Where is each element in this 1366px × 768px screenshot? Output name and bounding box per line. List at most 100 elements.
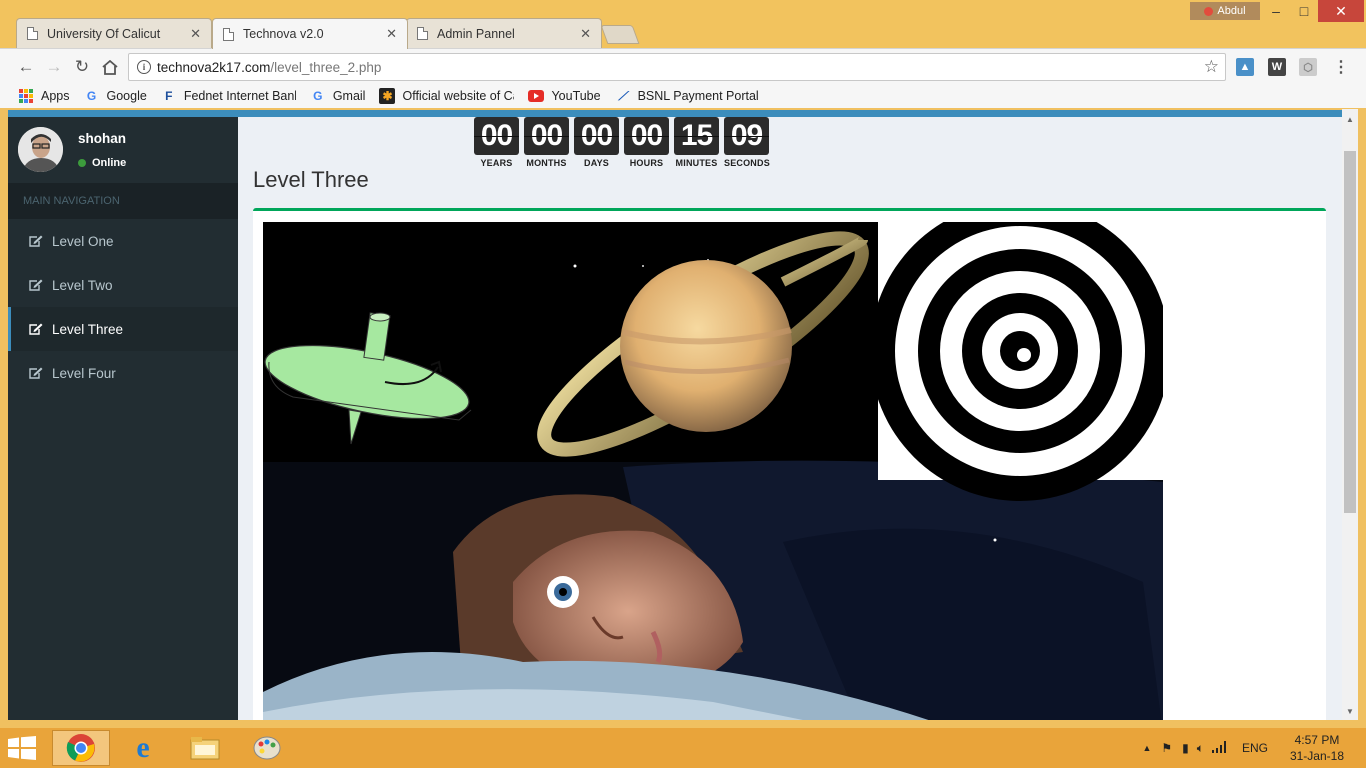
cube-extension-icon[interactable]: ⬡: [1299, 58, 1317, 76]
user-panel: shohan Online: [18, 127, 228, 173]
url-path: /level_three_2.php: [270, 59, 382, 75]
language-indicator[interactable]: ENG: [1242, 741, 1268, 755]
bookmark-label: Google: [106, 89, 147, 103]
menu-icon[interactable]: ⋮: [1329, 55, 1353, 79]
taskbar-file-explorer[interactable]: [176, 730, 234, 766]
taskbar-paint[interactable]: [238, 730, 296, 766]
countdown-seconds: 09 SECONDS: [724, 117, 770, 168]
bookmark-bsnl[interactable]: ⟋ BSNL Payment Portal: [615, 88, 758, 104]
close-window-button[interactable]: ✕: [1318, 0, 1364, 22]
home-icon[interactable]: [98, 55, 122, 79]
browser-toolbar: ← → ↻ i technova2k17.com/level_three_2.p…: [0, 48, 1366, 84]
tab-university-of-calicut[interactable]: University Of Calicut ✕: [16, 18, 212, 48]
scroll-up-icon[interactable]: ▲: [1346, 115, 1354, 124]
word-extension-icon[interactable]: W: [1268, 58, 1286, 76]
google-icon: G: [86, 89, 97, 103]
page-icon: [27, 27, 38, 40]
sidebar-item-level-two[interactable]: Level Two: [8, 263, 238, 307]
site-info-icon[interactable]: i: [137, 60, 151, 74]
windows-start-icon[interactable]: [8, 736, 38, 762]
countdown-label: SECONDS: [724, 158, 770, 168]
minimize-button[interactable]: –: [1262, 0, 1290, 22]
sidebar-item-label: Level One: [52, 233, 114, 249]
close-tab-icon[interactable]: ✕: [190, 26, 201, 42]
tab-title: Admin Pannel: [437, 26, 515, 41]
extension-icon[interactable]: ▲: [1236, 58, 1254, 76]
close-tab-icon[interactable]: ✕: [386, 26, 397, 42]
url-host: technova2k17.com: [157, 59, 271, 75]
reload-icon[interactable]: ↻: [70, 55, 94, 79]
sidebar-item-level-three[interactable]: Level Three: [8, 307, 238, 351]
clock-time: 4:57 PM: [1294, 733, 1340, 747]
taskbar: e ▲ ⚑ ▮ 🔈︎ ENG 4:57 PM 31-Jan-18: [0, 728, 1366, 768]
tab-title: Technova v2.0: [243, 27, 324, 41]
sidebar-item-label: Level Two: [52, 277, 113, 293]
edit-icon: [29, 279, 43, 291]
network-icon[interactable]: [1211, 740, 1228, 756]
bookmarks-bar: Apps G Google F Fednet Internet Bank G G…: [0, 84, 1366, 108]
countdown-years: 00 YEARS: [474, 117, 519, 168]
bookmark-star-icon[interactable]: ☆: [1204, 57, 1219, 77]
web-page: shohan Online MAIN NAVIGATION Level One …: [8, 110, 1358, 720]
bookmark-google[interactable]: G Google: [84, 88, 147, 104]
apps-grid-icon: [18, 88, 34, 104]
address-bar[interactable]: i technova2k17.com/level_three_2.php ☆: [128, 53, 1226, 81]
clock[interactable]: 4:57 PM 31-Jan-18: [1290, 732, 1344, 764]
battery-icon[interactable]: ▮: [1182, 741, 1189, 755]
bsnl-icon: ⟋: [618, 88, 627, 103]
tab-admin-pannel[interactable]: Admin Pannel ✕: [406, 18, 602, 48]
sidebar-item-level-one[interactable]: Level One: [8, 219, 238, 263]
google-icon: G: [313, 89, 323, 103]
scroll-down-icon[interactable]: ▼: [1346, 707, 1354, 716]
flag-icon[interactable]: ⚑: [1161, 741, 1172, 755]
sidebar-item-label: Level Four: [52, 365, 116, 381]
close-tab-icon[interactable]: ✕: [580, 26, 591, 42]
new-tab-button[interactable]: [600, 25, 640, 44]
sidebar-item-label: Level Three: [52, 321, 124, 337]
bookmark-label: Fednet Internet Bank: [183, 89, 296, 103]
taskbar-internet-explorer[interactable]: e: [114, 730, 172, 766]
main-content: 00 YEARS 00 MONTHS 00 DAYS 00 HOURS 15 M…: [238, 117, 1341, 720]
countdown-label: MONTHS: [526, 158, 567, 168]
show-hidden-icons-icon[interactable]: ▲: [1142, 743, 1151, 753]
forward-icon[interactable]: →: [42, 55, 66, 79]
bookmark-apps[interactable]: Apps: [18, 88, 70, 104]
bookmark-label: Gmail: [332, 89, 366, 103]
volume-icon[interactable]: 🔈︎: [1197, 741, 1204, 756]
tab-technova[interactable]: Technova v2.0 ✕: [212, 18, 408, 49]
bookmark-fednet[interactable]: F Fednet Internet Bank: [161, 88, 296, 104]
countdown-minutes: 15 MINUTES: [674, 117, 719, 168]
countdown-value: 00: [574, 117, 619, 155]
page-title: Level Three: [253, 167, 369, 192]
federal-bank-icon: F: [165, 89, 173, 103]
countdown-label: DAYS: [584, 158, 609, 168]
bookmark-label: YouTube: [551, 89, 601, 103]
scrollbar-thumb[interactable]: [1344, 151, 1356, 513]
folder-icon: [190, 737, 220, 760]
sidebar: shohan Online MAIN NAVIGATION Level One …: [8, 117, 238, 720]
bookmark-youtube[interactable]: YouTube: [528, 88, 601, 104]
page-icon: [223, 27, 234, 41]
bookmark-official-website[interactable]: ✱ Official website of Ca: [379, 88, 514, 104]
countdown-label: YEARS: [480, 158, 513, 168]
taskbar-chrome[interactable]: [52, 730, 110, 766]
chrome-icon: [66, 734, 95, 762]
tab-title: University Of Calicut: [47, 26, 161, 41]
countdown-value: 00: [474, 117, 519, 155]
bookmark-gmail[interactable]: G Gmail: [310, 88, 366, 104]
countdown-timer: 00 YEARS 00 MONTHS 00 DAYS 00 HOURS 15 M…: [474, 117, 770, 168]
profile-name: Abdul: [1217, 5, 1246, 17]
back-icon[interactable]: ←: [14, 55, 38, 79]
internet-explorer-icon: e: [136, 731, 150, 764]
profile-button[interactable]: Abdul: [1190, 2, 1260, 20]
clock-date: 31-Jan-18: [1289, 749, 1344, 763]
sidebar-item-level-four[interactable]: Level Four: [8, 351, 238, 395]
maximize-button[interactable]: □: [1290, 0, 1318, 22]
edit-icon: [29, 367, 43, 379]
page-scrollbar[interactable]: ▲ ▼: [1342, 109, 1358, 720]
avatar: [18, 127, 63, 172]
header-bar: [8, 110, 1358, 117]
user-name: shohan: [78, 131, 127, 146]
countdown-value: 09: [724, 117, 769, 155]
countdown-value: 15: [674, 117, 719, 155]
